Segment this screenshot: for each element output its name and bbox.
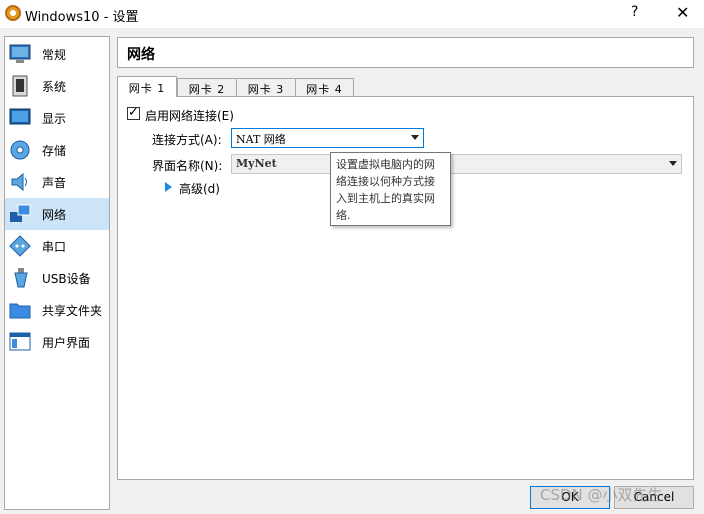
sidebar-item-label: 显示 — [42, 112, 67, 126]
sidebar-item-serial-port[interactable]: 串口 — [5, 230, 109, 262]
close-button[interactable]: ✕ — [676, 3, 689, 22]
sidebar-item-label: USB设备 — [42, 272, 91, 286]
interface-name-select[interactable]: MyNet — [231, 154, 682, 174]
sidebar-item-usb[interactable]: USB设备 — [5, 262, 109, 294]
sidebar-item-audio[interactable]: 声音 — [5, 166, 109, 198]
checkmark-icon: ✓ — [128, 105, 139, 120]
attached-to-label: 连接方式(A): — [152, 133, 222, 147]
tab-adapter-2[interactable]: 网卡 2 — [177, 78, 237, 96]
enable-adapter-checkbox[interactable]: ✓ — [127, 105, 140, 120]
sidebar-item-general[interactable]: 常规 — [5, 38, 109, 70]
general-icon — [9, 44, 31, 63]
shared-folder-icon — [9, 303, 31, 319]
settings-sidebar: 常规 系统 显示 存储 声音 网络 串口 USB设备 共享文件夹 用户界面 — [4, 36, 110, 510]
tooltip: 设置虚拟电脑内的网络连接以何种方式接入到主机上的真实网络. — [330, 152, 451, 226]
system-icon — [12, 75, 28, 97]
page-title: 网络 — [127, 47, 155, 63]
network-icon — [10, 204, 31, 222]
tab-adapter-4[interactable]: 网卡 4 — [295, 78, 354, 96]
virtualbox-app-icon — [5, 5, 21, 21]
help-button[interactable]: ? — [631, 4, 638, 20]
tab-adapter-1[interactable]: 网卡 1 — [117, 76, 177, 97]
sidebar-item-label: 网络 — [42, 208, 67, 222]
sidebar-item-system[interactable]: 系统 — [5, 70, 109, 102]
interface-name-label: 界面名称(N): — [152, 159, 223, 173]
tab-adapter-3[interactable]: 网卡 3 — [236, 78, 296, 96]
window-title: Windows10 - 设置 — [25, 10, 139, 25]
sidebar-item-user-interface[interactable]: 用户界面 — [5, 326, 109, 358]
title-bar: Windows10 - 设置 ? ✕ — [0, 0, 704, 28]
attached-to-value: NAT 网络 — [236, 133, 286, 146]
sidebar-item-label: 串口 — [42, 240, 67, 254]
watermark: CSDN @小双先生 — [540, 486, 663, 504]
usb-icon — [14, 268, 28, 288]
display-icon — [9, 108, 31, 125]
interface-name-value: MyNet — [236, 157, 277, 170]
sidebar-item-label: 共享文件夹 — [42, 304, 103, 318]
sidebar-item-label: 常规 — [42, 48, 67, 62]
sidebar-item-label: 声音 — [42, 176, 67, 190]
chevron-down-icon — [669, 161, 677, 166]
sidebar-item-display[interactable]: 显示 — [5, 102, 109, 134]
attached-to-select[interactable]: NAT 网络 — [231, 128, 424, 148]
chevron-down-icon — [411, 135, 419, 140]
sidebar-item-label: 存储 — [42, 144, 67, 158]
sidebar-item-shared-folders[interactable]: 共享文件夹 — [5, 294, 109, 326]
expand-triangle-icon[interactable] — [165, 182, 172, 192]
sidebar-item-network[interactable]: 网络 — [5, 198, 109, 230]
storage-icon — [10, 140, 30, 160]
sidebar-item-storage[interactable]: 存储 — [5, 134, 109, 166]
sidebar-item-label: 用户界面 — [42, 336, 91, 350]
section-header: 网络 — [117, 37, 694, 68]
user-interface-icon — [9, 332, 31, 351]
audio-icon — [11, 172, 27, 192]
enable-adapter-label[interactable]: 启用网络连接(E) — [145, 107, 234, 124]
advanced-toggle[interactable]: 高级(d) — [179, 180, 220, 197]
serial-port-icon — [9, 235, 31, 257]
sidebar-item-label: 系统 — [42, 80, 67, 94]
